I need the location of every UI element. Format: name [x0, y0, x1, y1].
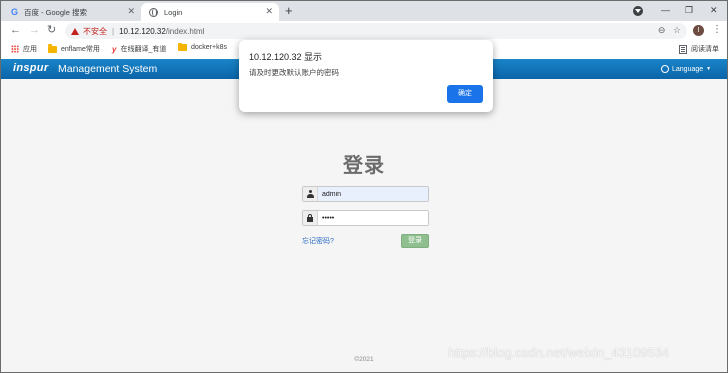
globe-icon	[149, 7, 158, 17]
minimize-icon[interactable]: —	[661, 4, 670, 16]
language-label: Language	[672, 65, 704, 73]
address-bar[interactable]: 不安全 | 10.12.120.32/index.html ⊖ ☆	[65, 23, 687, 39]
tab-title: 百度 - Google 搜索	[24, 7, 87, 17]
tab-login[interactable]: Login ✕	[141, 3, 279, 21]
caret-down-icon: ▼	[706, 66, 712, 72]
lock-icon	[307, 214, 313, 222]
forward-icon[interactable]: →	[29, 24, 40, 36]
browser-toolbar: ← → ↻ 不安全 | 10.12.120.32/index.html ⊖ ☆	[1, 21, 727, 41]
menu-icon[interactable]: ⋮	[712, 24, 722, 36]
ok-button[interactable]: 确定	[447, 85, 483, 103]
apps-icon	[11, 45, 19, 53]
reload-icon[interactable]: ↻	[47, 24, 56, 36]
tab-search-icon[interactable]	[633, 6, 643, 16]
reading-list-label: 阅读清单	[691, 46, 719, 53]
youdao-icon: y	[112, 44, 117, 54]
zoom-icon[interactable]: ⊖ ☆	[658, 25, 681, 36]
close-tab-icon[interactable]: ✕	[265, 7, 273, 16]
password-field	[302, 210, 429, 226]
system-name: Management System	[58, 63, 158, 75]
url-path: /index.html	[165, 26, 205, 36]
login-button[interactable]: 登录	[401, 234, 429, 248]
bookmark-label: 在线翻译_有道	[120, 46, 167, 53]
tab-google-search[interactable]: G 百度 - Google 搜索 ✕	[3, 3, 141, 21]
browser-window: G 百度 - Google 搜索 ✕ Login ✕ + — ❐ ✕ ← → ↻…	[0, 0, 728, 373]
username-field	[302, 186, 429, 202]
close-tab-icon[interactable]: ✕	[127, 7, 135, 16]
bookmark-apps[interactable]: 应用	[11, 44, 37, 54]
user-icon-addon	[303, 187, 318, 201]
folder-icon	[48, 44, 57, 53]
url-host: 10.12.120.32	[119, 26, 166, 36]
bookmark-label: enflame常用	[61, 46, 100, 53]
user-icon	[306, 190, 314, 198]
divider: |	[112, 26, 115, 36]
back-icon[interactable]: ←	[10, 24, 21, 36]
close-window-icon[interactable]: ✕	[710, 4, 718, 16]
reading-list-icon	[679, 44, 687, 54]
bookmark-label: 应用	[23, 46, 37, 53]
lock-icon-addon	[303, 211, 318, 225]
profile-avatar[interactable]: I	[693, 25, 704, 36]
forgot-password-link[interactable]: 忘记密码?	[302, 236, 334, 246]
login-page: 登录 忘记密码? 登录 ©2021 https://blog.csdn.net/…	[1, 79, 727, 372]
new-tab-button[interactable]: +	[285, 3, 293, 19]
bookmark-youdao[interactable]: y 在线翻译_有道	[112, 44, 166, 54]
inspur-logo: inspur	[13, 62, 49, 74]
google-icon: G	[11, 7, 19, 17]
login-title: 登录	[343, 155, 385, 177]
bookmark-enflame[interactable]: enflame常用	[48, 44, 100, 54]
reading-list[interactable]: 阅读清单	[679, 44, 719, 54]
watermark: https://blog.csdn.net/weixin_43109534	[448, 345, 670, 360]
dialog-message: 请及时更改默认账户的密码	[249, 68, 339, 77]
password-input[interactable]	[318, 211, 428, 225]
bookmark-label: docker+k8s	[191, 44, 227, 51]
globe-icon	[661, 65, 669, 73]
security-status[interactable]: 不安全	[83, 26, 107, 37]
username-input[interactable]	[318, 187, 428, 201]
language-dropdown[interactable]: Language ▼	[661, 65, 711, 73]
bookmark-docker[interactable]: docker+k8s	[178, 42, 227, 51]
warning-icon	[71, 27, 79, 35]
restore-icon[interactable]: ❐	[685, 4, 693, 16]
tab-title: Login	[164, 7, 183, 17]
tab-strip: G 百度 - Google 搜索 ✕ Login ✕ + — ❐ ✕	[1, 1, 727, 21]
alert-dialog: 10.12.120.32 显示 请及时更改默认账户的密码 确定	[239, 40, 493, 112]
dialog-title: 10.12.120.32 显示	[249, 52, 323, 62]
folder-icon	[178, 42, 187, 51]
